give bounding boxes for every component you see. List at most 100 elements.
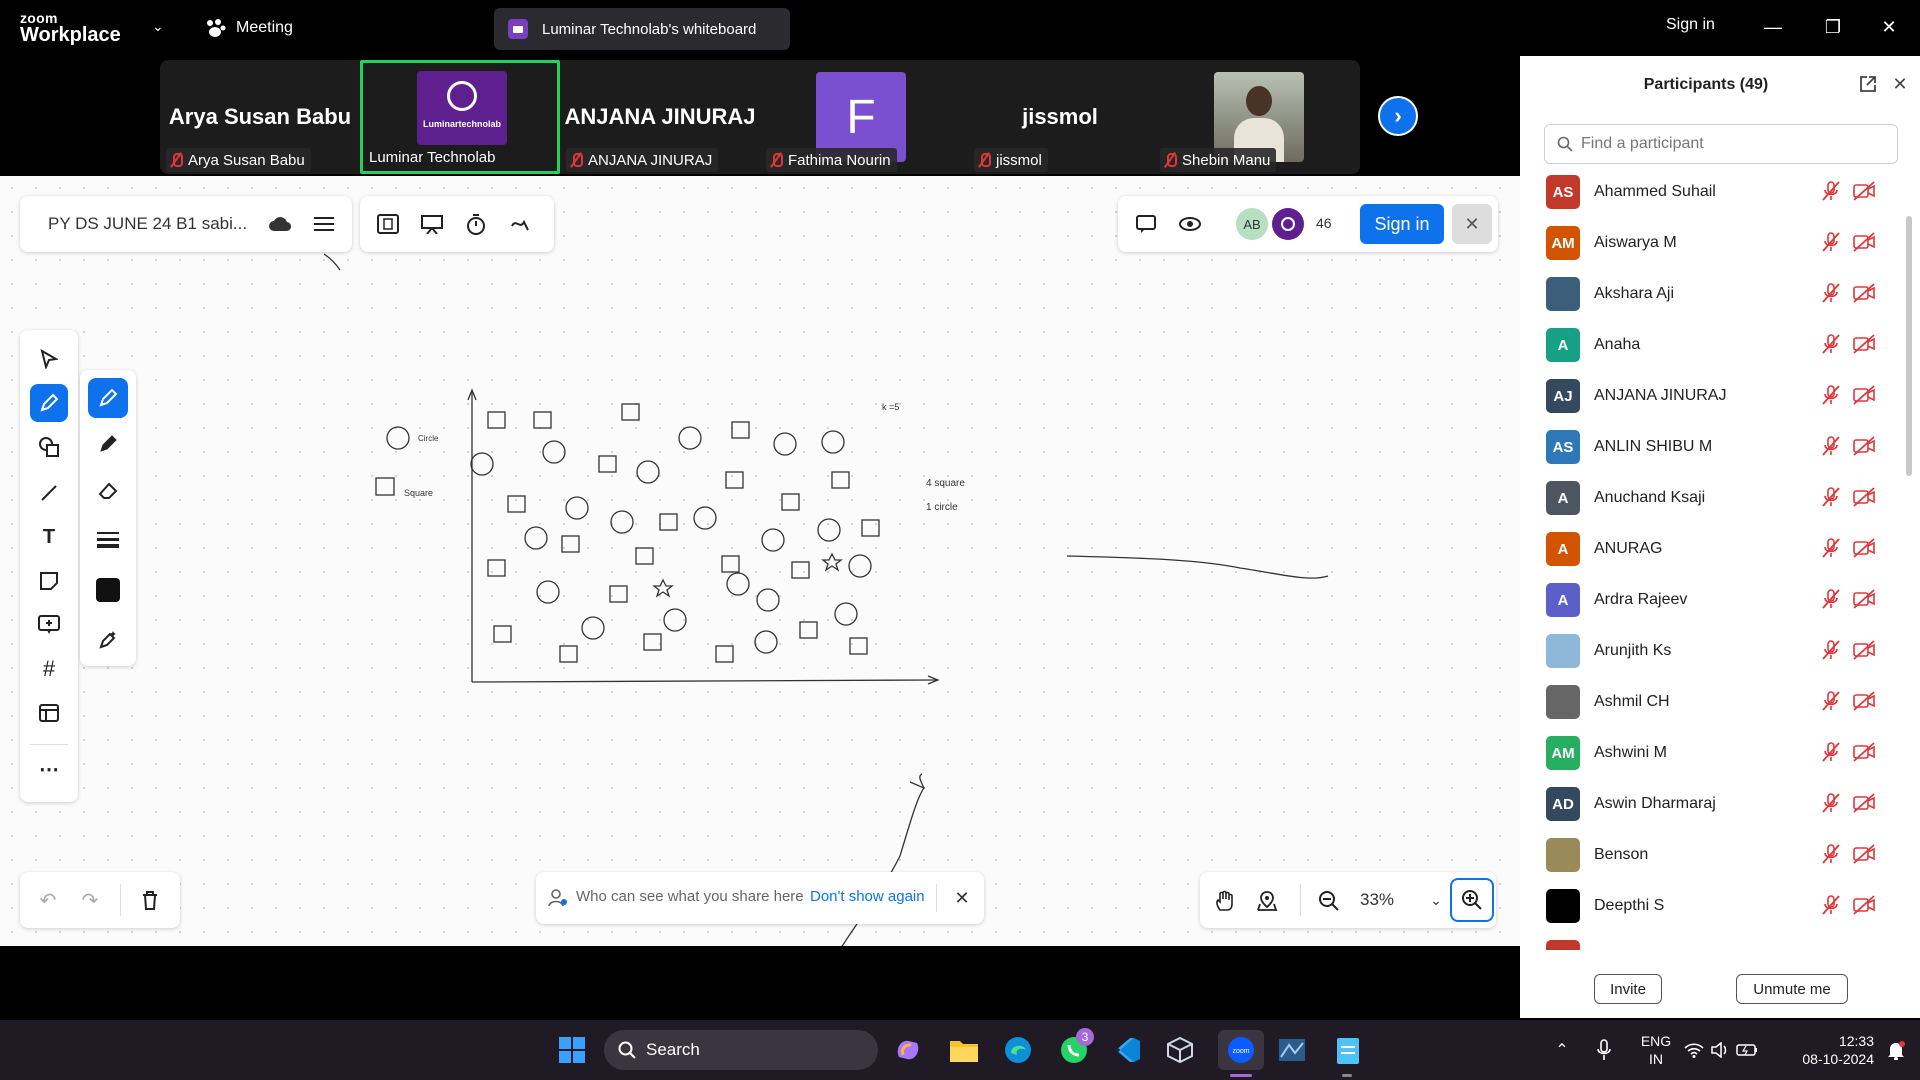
mic-muted-icon[interactable]: [1820, 333, 1844, 357]
smart-pen-icon[interactable]: [88, 620, 128, 660]
line-tool-icon[interactable]: [30, 474, 68, 512]
template-icon[interactable]: [30, 694, 68, 732]
mic-muted-icon[interactable]: [1820, 486, 1844, 510]
whiteboard-canvas[interactable]: Circle Square k =5 4 square 1 circle PY …: [0, 176, 1520, 946]
video-tile[interactable]: jissmol jissmol: [960, 60, 1160, 174]
sticky-note-icon[interactable]: [30, 562, 68, 600]
restore-icon[interactable]: ❐: [1818, 12, 1848, 42]
participant-search[interactable]: Find a participant: [1544, 124, 1898, 164]
mic-muted-icon[interactable]: [1820, 894, 1844, 918]
video-tile-active[interactable]: Luminartechnolab Luminar Technolab: [360, 60, 560, 174]
virtualbox-icon[interactable]: [1160, 1030, 1200, 1070]
participant-row[interactable]: AD Aswin Dharmaraj: [1546, 784, 1876, 824]
taskbar-search[interactable]: Search: [604, 1030, 878, 1070]
comment-tool-icon[interactable]: [30, 606, 68, 644]
mic-muted-icon[interactable]: [1820, 843, 1844, 867]
zoom-in-button[interactable]: [1450, 878, 1494, 922]
delete-icon[interactable]: [136, 886, 164, 914]
unmute-me-button[interactable]: Unmute me: [1736, 974, 1848, 1004]
mic-muted-icon[interactable]: [1820, 435, 1844, 459]
video-off-icon[interactable]: [1852, 537, 1876, 561]
video-tile[interactable]: ANJANA JINURAJ ANJANA JINURAJ: [560, 60, 760, 174]
luminar-avatar[interactable]: [1272, 208, 1304, 240]
mic-muted-icon[interactable]: [1820, 180, 1844, 204]
invite-button[interactable]: Invite: [1594, 974, 1662, 1004]
text-tool-icon[interactable]: T: [30, 518, 68, 556]
video-off-icon[interactable]: [1852, 639, 1876, 663]
color-swatch[interactable]: [88, 570, 128, 610]
select-arrow-icon[interactable]: [30, 340, 68, 378]
system-tray[interactable]: [1676, 1030, 1766, 1070]
notepad-icon[interactable]: [1328, 1030, 1368, 1070]
file-name[interactable]: PY DS JUNE 24 B1 sabi...: [48, 214, 247, 234]
whiteboard-tab[interactable]: Luminar Technolab's whiteboard: [494, 8, 790, 50]
pop-out-icon[interactable]: [1856, 72, 1880, 96]
more-tools-icon[interactable]: ⋯: [30, 750, 68, 788]
video-tile[interactable]: Arya Susan Babu Arya Susan Babu: [160, 60, 360, 174]
zoom-dropdown-chevron-icon[interactable]: ⌄: [1426, 888, 1446, 912]
notification-bell-icon[interactable]: [1876, 1030, 1916, 1070]
video-tile[interactable]: F Fathima Nourin: [760, 60, 960, 174]
video-off-icon[interactable]: [1852, 435, 1876, 459]
mic-muted-icon[interactable]: [1820, 741, 1844, 765]
locate-icon[interactable]: [1252, 886, 1282, 916]
video-off-icon[interactable]: [1852, 486, 1876, 510]
pen-icon[interactable]: [88, 378, 128, 418]
participant-row[interactable]: Deepthi S: [1546, 886, 1876, 926]
language-indicator[interactable]: ENG IN: [1636, 1032, 1676, 1068]
minimize-icon[interactable]: —: [1758, 12, 1788, 42]
frame-tool-icon[interactable]: #: [30, 650, 68, 688]
redo-icon[interactable]: ↷: [76, 886, 104, 914]
file-explorer-icon[interactable]: [944, 1030, 984, 1070]
participant-row[interactable]: AS Ahammed Suhail: [1546, 172, 1876, 212]
vscode-icon[interactable]: [1108, 1030, 1148, 1070]
pen-tool-icon[interactable]: [30, 384, 68, 422]
video-off-icon[interactable]: [1852, 231, 1876, 255]
participant-row[interactable]: Akshara Aji: [1546, 274, 1876, 314]
shapes-icon[interactable]: [30, 428, 68, 466]
stroke-width-icon[interactable]: [88, 520, 128, 560]
mic-muted-icon[interactable]: [1820, 792, 1844, 816]
video-off-icon[interactable]: [1852, 843, 1876, 867]
follow-view-icon[interactable]: [1176, 210, 1204, 238]
dont-show-again-link[interactable]: Don't show again: [810, 888, 925, 905]
video-off-icon[interactable]: [1852, 792, 1876, 816]
eraser-icon[interactable]: [88, 470, 128, 510]
comment-icon[interactable]: [1132, 210, 1160, 238]
video-off-icon[interactable]: [1852, 741, 1876, 765]
video-tile[interactable]: Shebin Manu: [1160, 60, 1360, 174]
zoom-level[interactable]: 33%: [1360, 890, 1394, 910]
app-icon[interactable]: [1272, 1030, 1312, 1070]
pages-icon[interactable]: [374, 210, 402, 238]
participant-row[interactable]: A Ardra Rajeev: [1546, 580, 1876, 620]
chevron-down-icon[interactable]: ⌄: [152, 18, 164, 35]
mic-muted-icon[interactable]: [1820, 690, 1844, 714]
close-notice-icon[interactable]: ✕: [948, 884, 976, 912]
participant-row[interactable]: Ashmil CH: [1546, 682, 1876, 722]
participant-row[interactable]: Arunjith Ks: [1546, 631, 1876, 671]
participant-row[interactable]: AJ ANJANA JINURAJ: [1546, 376, 1876, 416]
participant-row[interactable]: AM Aiswarya M: [1546, 223, 1876, 263]
participants-scrollbar[interactable]: [1906, 216, 1912, 476]
mic-muted-icon[interactable]: [1820, 231, 1844, 255]
microphone-icon[interactable]: [1584, 1030, 1624, 1070]
mic-muted-icon[interactable]: [1820, 537, 1844, 561]
video-off-icon[interactable]: [1852, 333, 1876, 357]
next-page-button[interactable]: ›: [1378, 96, 1418, 136]
participant-row[interactable]: AM Ashwini M: [1546, 733, 1876, 773]
participant-row[interactable]: AS ANLIN SHIBU M: [1546, 427, 1876, 467]
avatar[interactable]: AB: [1236, 208, 1268, 240]
video-off-icon[interactable]: [1852, 180, 1876, 204]
chevron-up-icon[interactable]: ⌃: [1542, 1030, 1582, 1070]
timer-icon[interactable]: [462, 210, 490, 238]
present-icon[interactable]: [418, 210, 446, 238]
sign-in-button[interactable]: Sign in: [1360, 204, 1444, 244]
video-off-icon[interactable]: [1852, 282, 1876, 306]
close-panel-icon[interactable]: ✕: [1888, 72, 1912, 96]
undo-icon[interactable]: ↶: [34, 886, 62, 914]
clock[interactable]: 12:33 08-10-2024: [1774, 1032, 1874, 1068]
participant-row[interactable]: A Anuchand Ksaji: [1546, 478, 1876, 518]
mic-muted-icon[interactable]: [1820, 384, 1844, 408]
close-whiteboard-button[interactable]: ✕: [1452, 204, 1492, 244]
windows-start-icon[interactable]: [552, 1030, 592, 1070]
